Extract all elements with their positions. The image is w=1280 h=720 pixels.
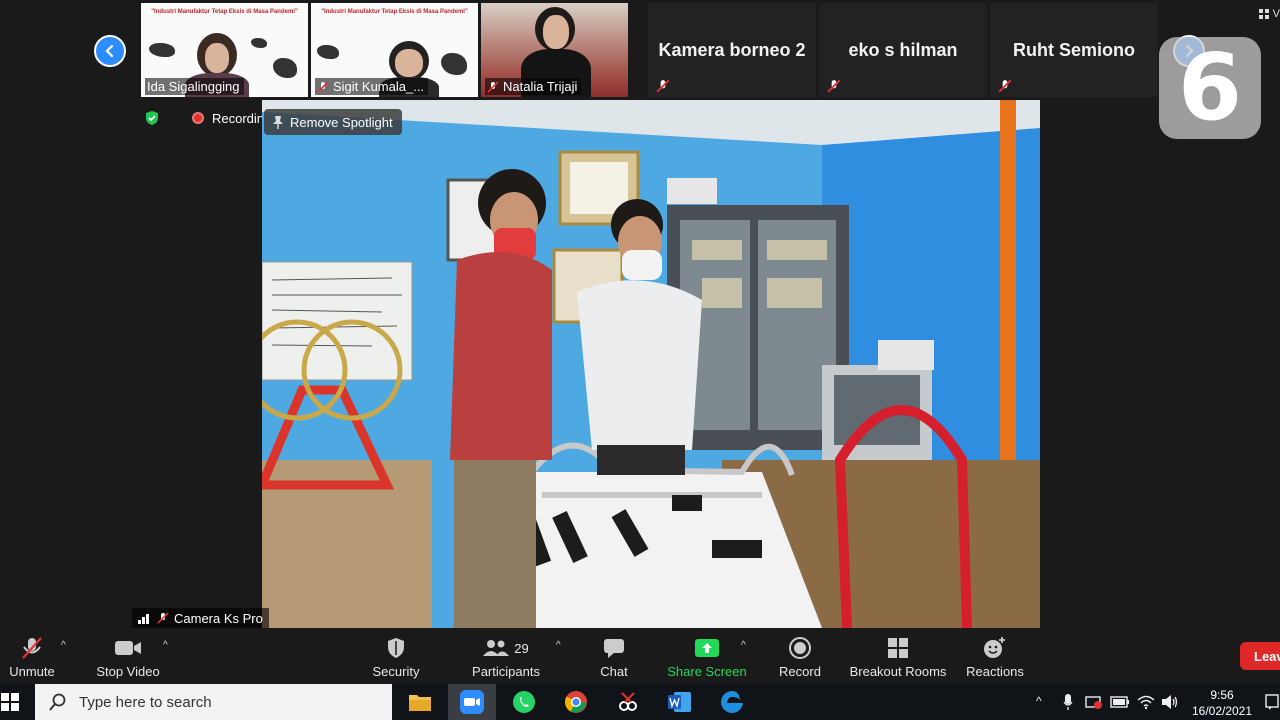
chevron-left-icon [105, 44, 114, 58]
notifications-icon[interactable] [1264, 690, 1280, 714]
search-icon [49, 693, 66, 711]
channel-watermark-logo: 6 [1159, 37, 1261, 139]
muted-mic-icon [656, 79, 670, 93]
participants-icon [483, 640, 510, 656]
file-explorer-icon[interactable] [408, 690, 432, 714]
network-tray-icon[interactable] [1084, 690, 1104, 714]
participant-tile-6[interactable]: Ruht Semiono [990, 3, 1158, 97]
shield-check-icon[interactable] [144, 110, 160, 126]
share-options-caret[interactable]: ^ [741, 640, 746, 651]
participants-options-caret[interactable]: ^ [556, 640, 561, 651]
grid-icon [1258, 9, 1269, 19]
slide-title: "Industri Manufaktur Tetap Eksis di Masa… [321, 9, 468, 15]
gallery-strip: "Industri Manufaktur Tetap Eksis di Masa… [0, 0, 1280, 100]
zoom-app-icon[interactable] [460, 690, 484, 714]
share-screen-button[interactable]: Share Screen [667, 636, 747, 679]
video-camera-icon [115, 641, 141, 655]
meeting-controls: Unmute ^ Stop Video ^ Security 29 Partic… [0, 628, 1280, 682]
leave-button[interactable]: Leave [1240, 642, 1280, 670]
participant-name-label: Natalia Trijaji [485, 78, 582, 95]
audio-options-caret[interactable]: ^ [61, 640, 66, 651]
participant-name: Kamera borneo 2 [658, 40, 806, 60]
mic-tray-icon[interactable] [1060, 690, 1076, 714]
muted-mic-icon [157, 612, 169, 624]
word-icon[interactable] [668, 690, 692, 714]
windows-taskbar: Type here to search ^ 9:56 16/02/2021 [0, 684, 1280, 720]
share-screen-icon [695, 639, 719, 657]
breakout-rooms-icon [888, 638, 908, 658]
taskbar-search-box[interactable]: Type here to search [35, 684, 392, 720]
muted-mic-icon [487, 80, 499, 93]
security-button[interactable]: Security [372, 636, 420, 679]
video-name-label: Camera Ks Pro [132, 608, 269, 628]
emoji-plus-icon [984, 637, 1005, 658]
participants-button[interactable]: 29 Participants [471, 636, 541, 679]
participant-name-label: Ida Sigalingging [145, 78, 244, 95]
pin-icon [273, 116, 283, 129]
chrome-icon[interactable] [564, 690, 588, 714]
search-placeholder: Type here to search [79, 693, 212, 711]
chat-button[interactable]: Chat [596, 636, 632, 679]
tray-overflow-caret[interactable]: ^ [1036, 694, 1042, 708]
muted-mic-icon [317, 80, 329, 93]
signal-icon [138, 614, 149, 624]
breakout-rooms-button[interactable]: Breakout Rooms [850, 636, 946, 679]
clock-date: 16/02/2021 [1191, 704, 1253, 718]
windows-logo-icon [1, 693, 19, 711]
participant-tile-3[interactable]: Natalia Trijaji [481, 3, 628, 97]
muted-mic-icon [22, 637, 42, 659]
participant-tile-1[interactable]: "Industri Manufaktur Tetap Eksis di Masa… [141, 3, 308, 97]
muted-mic-icon [998, 79, 1012, 93]
taskbar-clock[interactable]: 9:56 16/02/2021 [1186, 687, 1258, 719]
volume-tray-icon[interactable] [1160, 690, 1180, 714]
record-button[interactable]: Record [778, 636, 822, 679]
participant-name-label: Sigit Kumala_... [315, 78, 429, 95]
chat-bubble-icon [604, 639, 624, 658]
video-options-caret[interactable]: ^ [163, 640, 168, 651]
unmute-button[interactable]: Unmute [8, 636, 56, 679]
stop-video-button[interactable]: Stop Video [96, 636, 160, 679]
participants-count: 29 [514, 640, 529, 656]
participant-name: eko s hilman [848, 40, 958, 60]
wifi-tray-icon[interactable] [1136, 690, 1156, 714]
participant-name: Ruht Semiono [1013, 40, 1135, 60]
windows-start-button[interactable] [0, 692, 20, 712]
shield-icon [388, 638, 404, 658]
participant-tile-2[interactable]: "Industri Manufaktur Tetap Eksis di Masa… [311, 3, 478, 97]
zoom-meeting-window: "Industri Manufaktur Tetap Eksis di Masa… [0, 0, 1280, 720]
slide-title: "Industri Manufaktur Tetap Eksis di Masa… [151, 9, 298, 15]
gallery-prev-button[interactable] [94, 35, 126, 67]
battery-tray-icon[interactable] [1110, 690, 1130, 714]
reactions-button[interactable]: Reactions [966, 636, 1024, 679]
view-toggle[interactable]: V [1258, 8, 1280, 20]
record-icon [789, 637, 811, 659]
video-frame [262, 100, 1040, 628]
spotlight-video [262, 100, 1040, 628]
whatsapp-icon[interactable] [512, 690, 536, 714]
recording-icon [192, 112, 204, 124]
clock-time: 9:56 [1210, 688, 1234, 702]
participant-tile-4[interactable]: Kamera borneo 2 [648, 3, 816, 97]
snipping-tool-icon[interactable] [616, 690, 640, 714]
meeting-status: Recording [144, 110, 271, 126]
muted-mic-icon [827, 79, 841, 93]
participant-tile-5[interactable]: eko s hilman [819, 3, 987, 97]
edge-icon[interactable] [720, 690, 744, 714]
remove-spotlight-button[interactable]: Remove Spotlight [264, 109, 402, 135]
